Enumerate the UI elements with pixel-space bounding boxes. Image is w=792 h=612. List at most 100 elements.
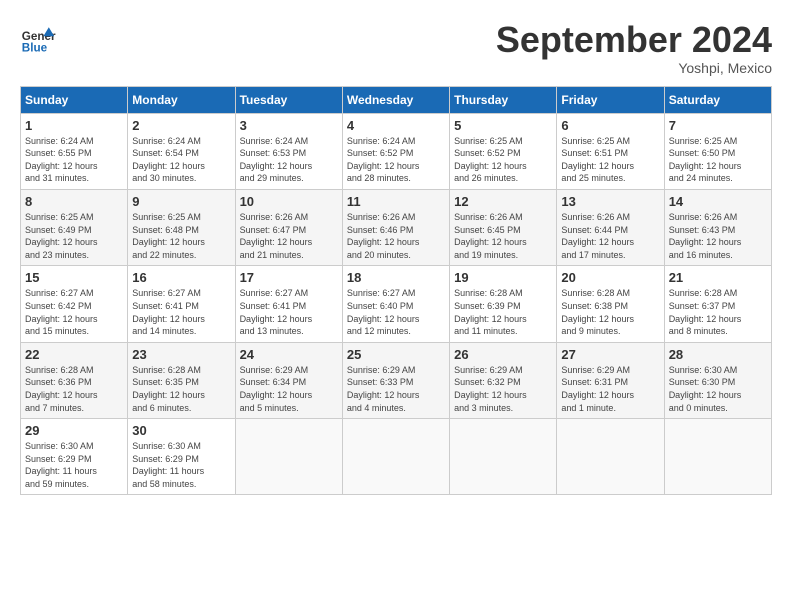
month-title: September 2024	[496, 20, 772, 60]
day-info: Sunrise: 6:27 AM Sunset: 6:41 PM Dayligh…	[240, 287, 338, 337]
svg-text:Blue: Blue	[22, 42, 48, 55]
day-info: Sunrise: 6:26 AM Sunset: 6:47 PM Dayligh…	[240, 211, 338, 261]
calendar-cell	[450, 419, 557, 495]
calendar-cell: 10 Sunrise: 6:26 AM Sunset: 6:47 PM Dayli…	[235, 189, 342, 265]
logo: General Blue	[20, 20, 56, 56]
calendar-cell: 26Sunrise: 6:29 AM Sunset: 6:32 PM Dayli…	[450, 342, 557, 418]
day-info: Sunrise: 6:24 AM Sunset: 6:52 PM Dayligh…	[347, 135, 445, 185]
weekday-header-sunday: Sunday	[21, 86, 128, 113]
day-number: 12	[454, 194, 552, 209]
day-info: Sunrise: 6:30 AM Sunset: 6:30 PM Dayligh…	[669, 364, 767, 414]
day-info: Sunrise: 6:26 AM Sunset: 6:44 PM Dayligh…	[561, 211, 659, 261]
day-info: Sunrise: 6:28 AM Sunset: 6:37 PM Dayligh…	[669, 287, 767, 337]
calendar-cell: 21 Sunrise: 6:28 AM Sunset: 6:37 PM Dayli…	[664, 266, 771, 342]
day-info: Sunrise: 6:25 AM Sunset: 6:50 PM Dayligh…	[669, 135, 767, 185]
day-number: 9	[132, 194, 230, 209]
day-number: 22	[25, 347, 123, 362]
calendar-cell: 12 Sunrise: 6:26 AM Sunset: 6:45 PM Dayli…	[450, 189, 557, 265]
calendar-cell: 18 Sunrise: 6:27 AM Sunset: 6:40 PM Dayli…	[342, 266, 449, 342]
day-info: Sunrise: 6:26 AM Sunset: 6:45 PM Dayligh…	[454, 211, 552, 261]
day-number: 19	[454, 270, 552, 285]
calendar-cell	[664, 419, 771, 495]
location: Yoshpi, Mexico	[496, 60, 772, 76]
day-number: 25	[347, 347, 445, 362]
day-info: Sunrise: 6:26 AM Sunset: 6:46 PM Dayligh…	[347, 211, 445, 261]
page-header: General Blue September 2024 Yoshpi, Mexi…	[20, 20, 772, 76]
title-block: September 2024 Yoshpi, Mexico	[496, 20, 772, 76]
day-info: Sunrise: 6:30 AM Sunset: 6:29 PM Dayligh…	[132, 440, 230, 490]
day-info: Sunrise: 6:25 AM Sunset: 6:52 PM Dayligh…	[454, 135, 552, 185]
calendar-cell: 11 Sunrise: 6:26 AM Sunset: 6:46 PM Dayli…	[342, 189, 449, 265]
calendar-cell: 4 Sunrise: 6:24 AM Sunset: 6:52 PM Daylig…	[342, 113, 449, 189]
day-number: 8	[25, 194, 123, 209]
weekday-header-wednesday: Wednesday	[342, 86, 449, 113]
calendar-cell: 3 Sunrise: 6:24 AM Sunset: 6:53 PM Daylig…	[235, 113, 342, 189]
day-number: 21	[669, 270, 767, 285]
day-info: Sunrise: 6:25 AM Sunset: 6:49 PM Dayligh…	[25, 211, 123, 261]
calendar-cell	[235, 419, 342, 495]
day-number: 3	[240, 118, 338, 133]
day-info: Sunrise: 6:27 AM Sunset: 6:41 PM Dayligh…	[132, 287, 230, 337]
calendar-cell: 17 Sunrise: 6:27 AM Sunset: 6:41 PM Dayli…	[235, 266, 342, 342]
calendar-cell: 14 Sunrise: 6:26 AM Sunset: 6:43 PM Dayli…	[664, 189, 771, 265]
day-number: 10	[240, 194, 338, 209]
day-info: Sunrise: 6:24 AM Sunset: 6:54 PM Dayligh…	[132, 135, 230, 185]
day-number: 30	[132, 423, 230, 438]
logo-icon: General Blue	[20, 20, 56, 56]
weekday-header-tuesday: Tuesday	[235, 86, 342, 113]
day-info: Sunrise: 6:27 AM Sunset: 6:40 PM Dayligh…	[347, 287, 445, 337]
day-number: 11	[347, 194, 445, 209]
day-info: Sunrise: 6:29 AM Sunset: 6:31 PM Dayligh…	[561, 364, 659, 414]
calendar-cell: 9 Sunrise: 6:25 AM Sunset: 6:48 PM Daylig…	[128, 189, 235, 265]
weekday-header-monday: Monday	[128, 86, 235, 113]
day-info: Sunrise: 6:28 AM Sunset: 6:39 PM Dayligh…	[454, 287, 552, 337]
day-info: Sunrise: 6:29 AM Sunset: 6:34 PM Dayligh…	[240, 364, 338, 414]
day-info: Sunrise: 6:24 AM Sunset: 6:55 PM Dayligh…	[25, 135, 123, 185]
calendar-cell: 6 Sunrise: 6:25 AM Sunset: 6:51 PM Daylig…	[557, 113, 664, 189]
calendar-cell: 25 Sunrise: 6:29 AM Sunset: 6:33 PM Dayli…	[342, 342, 449, 418]
day-number: 6	[561, 118, 659, 133]
calendar-cell: 23Sunrise: 6:28 AM Sunset: 6:35 PM Dayli…	[128, 342, 235, 418]
day-number: 29	[25, 423, 123, 438]
day-number: 27	[561, 347, 659, 362]
calendar-cell: 1 Sunrise: 6:24 AM Sunset: 6:55 PM Daylig…	[21, 113, 128, 189]
day-number: 5	[454, 118, 552, 133]
calendar-cell: 28Sunrise: 6:30 AM Sunset: 6:30 PM Dayli…	[664, 342, 771, 418]
day-number: 13	[561, 194, 659, 209]
day-info: Sunrise: 6:28 AM Sunset: 6:36 PM Dayligh…	[25, 364, 123, 414]
calendar-cell	[342, 419, 449, 495]
day-info: Sunrise: 6:27 AM Sunset: 6:42 PM Dayligh…	[25, 287, 123, 337]
day-number: 14	[669, 194, 767, 209]
day-info: Sunrise: 6:29 AM Sunset: 6:33 PM Dayligh…	[347, 364, 445, 414]
day-number: 16	[132, 270, 230, 285]
day-info: Sunrise: 6:28 AM Sunset: 6:38 PM Dayligh…	[561, 287, 659, 337]
calendar-cell: 13 Sunrise: 6:26 AM Sunset: 6:44 PM Dayli…	[557, 189, 664, 265]
day-number: 2	[132, 118, 230, 133]
day-number: 4	[347, 118, 445, 133]
calendar-cell: 7 Sunrise: 6:25 AM Sunset: 6:50 PM Daylig…	[664, 113, 771, 189]
calendar-cell: 2 Sunrise: 6:24 AM Sunset: 6:54 PM Daylig…	[128, 113, 235, 189]
calendar-cell: 30 Sunrise: 6:30 AM Sunset: 6:29 PM Dayli…	[128, 419, 235, 495]
day-number: 24	[240, 347, 338, 362]
calendar-cell: 22 Sunrise: 6:28 AM Sunset: 6:36 PM Dayli…	[21, 342, 128, 418]
day-number: 20	[561, 270, 659, 285]
calendar-cell: 24 Sunrise: 6:29 AM Sunset: 6:34 PM Dayli…	[235, 342, 342, 418]
calendar-cell: 27 Sunrise: 6:29 AM Sunset: 6:31 PM Dayli…	[557, 342, 664, 418]
day-info: Sunrise: 6:24 AM Sunset: 6:53 PM Dayligh…	[240, 135, 338, 185]
calendar-cell	[557, 419, 664, 495]
day-info: Sunrise: 6:30 AM Sunset: 6:29 PM Dayligh…	[25, 440, 123, 490]
day-info: Sunrise: 6:25 AM Sunset: 6:51 PM Dayligh…	[561, 135, 659, 185]
day-number: 17	[240, 270, 338, 285]
day-number: 15	[25, 270, 123, 285]
calendar-cell: 8 Sunrise: 6:25 AM Sunset: 6:49 PM Daylig…	[21, 189, 128, 265]
day-number: 1	[25, 118, 123, 133]
day-number: 26	[454, 347, 552, 362]
calendar-cell: 29 Sunrise: 6:30 AM Sunset: 6:29 PM Dayli…	[21, 419, 128, 495]
day-info: Sunrise: 6:28 AM Sunset: 6:35 PM Dayligh…	[132, 364, 230, 414]
calendar-cell: 20 Sunrise: 6:28 AM Sunset: 6:38 PM Dayli…	[557, 266, 664, 342]
day-number: 18	[347, 270, 445, 285]
day-info: Sunrise: 6:26 AM Sunset: 6:43 PM Dayligh…	[669, 211, 767, 261]
weekday-header-friday: Friday	[557, 86, 664, 113]
day-number: 7	[669, 118, 767, 133]
day-info: Sunrise: 6:25 AM Sunset: 6:48 PM Dayligh…	[132, 211, 230, 261]
